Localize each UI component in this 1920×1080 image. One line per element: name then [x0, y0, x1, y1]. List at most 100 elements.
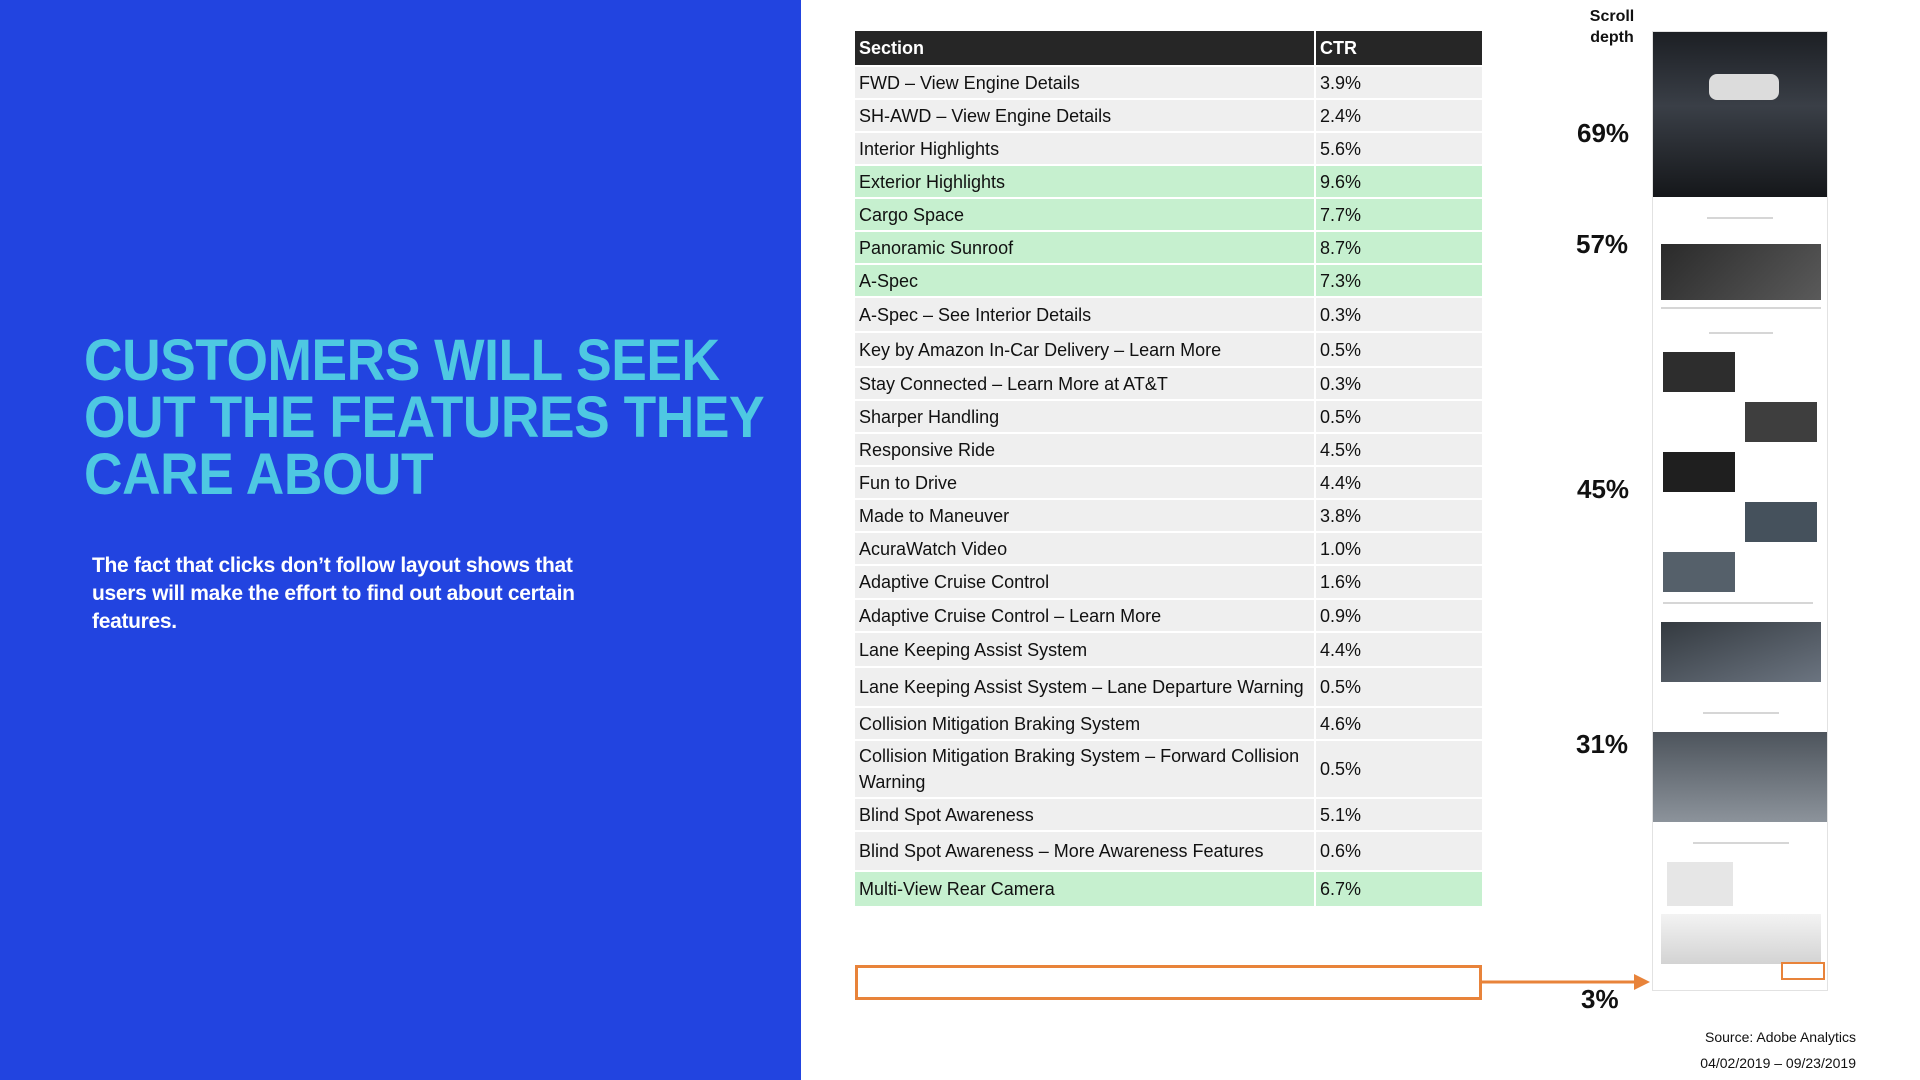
table-row: FWD – View Engine Details 3.9%	[855, 65, 1482, 99]
table-row: Exterior Highlights 9.6%	[855, 164, 1482, 198]
thumb-text	[1693, 842, 1789, 844]
ctr-cell: 3.9%	[1315, 65, 1482, 99]
section-cell: Cargo Space	[855, 197, 1316, 231]
ctr-cell: 7.7%	[1315, 197, 1482, 231]
scroll-depth-title: Scroll depth	[1576, 6, 1648, 48]
scroll-depth-value: 69%	[1577, 118, 1630, 148]
ctr-cell: 5.6%	[1315, 131, 1482, 165]
hero-image	[1653, 32, 1827, 197]
ctr-cell: 7.3%	[1315, 263, 1482, 297]
section-cell: Blind Spot Awareness – More Awareness Fe…	[855, 830, 1316, 871]
table-row: A-Spec – See Interior Details 0.3%	[855, 296, 1482, 332]
table-row: Adaptive Cruise Control – Learn More 0.9%	[855, 598, 1482, 632]
table-row: Interior Highlights 5.6%	[855, 131, 1482, 165]
table-row: A-Spec 7.3%	[855, 263, 1482, 297]
table-row: Made to Maneuver 3.8%	[855, 498, 1482, 532]
table-row: Lane Keeping Assist System 4.4%	[855, 631, 1482, 667]
table-row: AcuraWatch Video 1.0%	[855, 531, 1482, 565]
ctr-cell: 0.5%	[1315, 399, 1482, 433]
section-cell: AcuraWatch Video	[855, 531, 1316, 565]
thumb-text	[1703, 712, 1779, 714]
ctr-cell: 0.5%	[1315, 666, 1482, 707]
ctr-cell: 4.5%	[1315, 432, 1482, 466]
section-cell: Collision Mitigation Braking System	[855, 706, 1316, 740]
table-row: Blind Spot Awareness 5.1%	[855, 797, 1482, 831]
table-row: Responsive Ride 4.5%	[855, 432, 1482, 466]
ctr-cell: 4.4%	[1315, 631, 1482, 667]
thumb-text	[1707, 217, 1773, 219]
section-cell: SH-AWD – View Engine Details	[855, 98, 1316, 132]
table-row: Collision Mitigation Braking System 4.6%	[855, 706, 1482, 740]
section-cell: FWD – View Engine Details	[855, 65, 1316, 99]
ctr-cell: 6.7%	[1315, 870, 1482, 906]
section-cell: A-Spec – See Interior Details	[855, 296, 1316, 332]
feature-image	[1663, 452, 1735, 492]
section-cell: Exterior Highlights	[855, 164, 1316, 198]
table-row: Panoramic Sunroof 8.7%	[855, 230, 1482, 264]
acurawatch-image	[1661, 914, 1821, 964]
ctr-cell: 1.6%	[1315, 564, 1482, 599]
car-image	[1653, 732, 1827, 822]
scroll-depth-value: 31%	[1576, 729, 1629, 759]
section-cell: Key by Amazon In-Car Delivery – Learn Mo…	[855, 331, 1316, 367]
headline-line: OUT THE FEATURES THEY	[84, 385, 765, 450]
section-cell: Made to Maneuver	[855, 498, 1316, 532]
scroll-depth-value: 57%	[1576, 229, 1629, 259]
header-ctr: CTR	[1315, 31, 1482, 66]
ctr-cell: 2.4%	[1315, 98, 1482, 132]
header-section: Section	[855, 31, 1316, 66]
callout-arrow	[1482, 974, 1650, 990]
table-body: FWD – View Engine Details 3.9% SH-AWD – Vi…	[855, 65, 1482, 906]
table-row: Multi-View Rear Camera 6.7%	[855, 870, 1482, 906]
table-row: Fun to Drive 4.4%	[855, 465, 1482, 499]
feature-image	[1745, 502, 1817, 542]
scroll-depth-value: 3%	[1581, 984, 1619, 1014]
thumb-text	[1661, 307, 1821, 309]
ctr-cell: 0.9%	[1315, 598, 1482, 632]
ctr-cell: 1.0%	[1315, 531, 1482, 565]
table-row: Key by Amazon In-Car Delivery – Learn Mo…	[855, 331, 1482, 367]
ctr-cell: 0.5%	[1315, 331, 1482, 367]
scroll-depth-title-line: depth	[1590, 29, 1634, 46]
table-row: SH-AWD – View Engine Details 2.4%	[855, 98, 1482, 132]
interior-image	[1661, 244, 1821, 300]
section-cell: Adaptive Cruise Control	[855, 564, 1316, 599]
scroll-depth-value: 45%	[1577, 474, 1630, 504]
section-cell: Panoramic Sunroof	[855, 230, 1316, 264]
ctr-cell: 5.1%	[1315, 797, 1482, 831]
ctr-cell: 0.5%	[1315, 739, 1482, 798]
source-label: Source: Adobe Analytics	[1705, 1029, 1856, 1045]
section-cell: Sharper Handling	[855, 399, 1316, 433]
thumb-text	[1709, 332, 1773, 334]
headline: CUSTOMERS WILL SEEK OUT THE FEATURES THE…	[84, 332, 765, 507]
acurawatch-image	[1667, 862, 1733, 906]
section-cell: Blind Spot Awareness	[855, 797, 1316, 831]
section-cell: Collision Mitigation Braking System – Fo…	[855, 739, 1316, 798]
headline-line: CARE ABOUT	[84, 442, 434, 507]
section-cell: Multi-View Rear Camera	[855, 870, 1316, 906]
section-cell: Interior Highlights	[855, 131, 1316, 165]
table-row: Lane Keeping Assist System – Lane Depart…	[855, 666, 1482, 707]
table-row: Collision Mitigation Braking System – Fo…	[855, 739, 1482, 798]
table-row: Stay Connected – Learn More at AT&T 0.3%	[855, 366, 1482, 400]
feature-image	[1745, 402, 1817, 442]
feature-image	[1663, 352, 1735, 392]
ctr-cell: 9.6%	[1315, 164, 1482, 198]
ctr-table: Section CTR FWD – View Engine Details 3.9…	[855, 31, 1482, 906]
ctr-cell: 8.7%	[1315, 230, 1482, 264]
page-thumbnail	[1652, 31, 1828, 991]
section-cell: Responsive Ride	[855, 432, 1316, 466]
section-cell: Lane Keeping Assist System	[855, 631, 1316, 667]
table-row: Cargo Space 7.7%	[855, 197, 1482, 231]
left-panel: CUSTOMERS WILL SEEK OUT THE FEATURES THE…	[0, 0, 801, 1080]
ctr-cell: 0.3%	[1315, 296, 1482, 332]
section-cell: Adaptive Cruise Control – Learn More	[855, 598, 1316, 632]
table-row: Blind Spot Awareness – More Awareness Fe…	[855, 830, 1482, 871]
scroll-depth-title-line: Scroll	[1589, 8, 1635, 25]
table-row: Adaptive Cruise Control 1.6%	[855, 564, 1482, 599]
road-image	[1661, 622, 1821, 682]
ctr-cell: 0.3%	[1315, 366, 1482, 400]
ctr-cell: 4.4%	[1315, 465, 1482, 499]
section-cell: Lane Keeping Assist System – Lane Depart…	[855, 666, 1316, 707]
source-note: Source: Adobe Analytics 04/02/2019 – 09/…	[1640, 1024, 1856, 1076]
